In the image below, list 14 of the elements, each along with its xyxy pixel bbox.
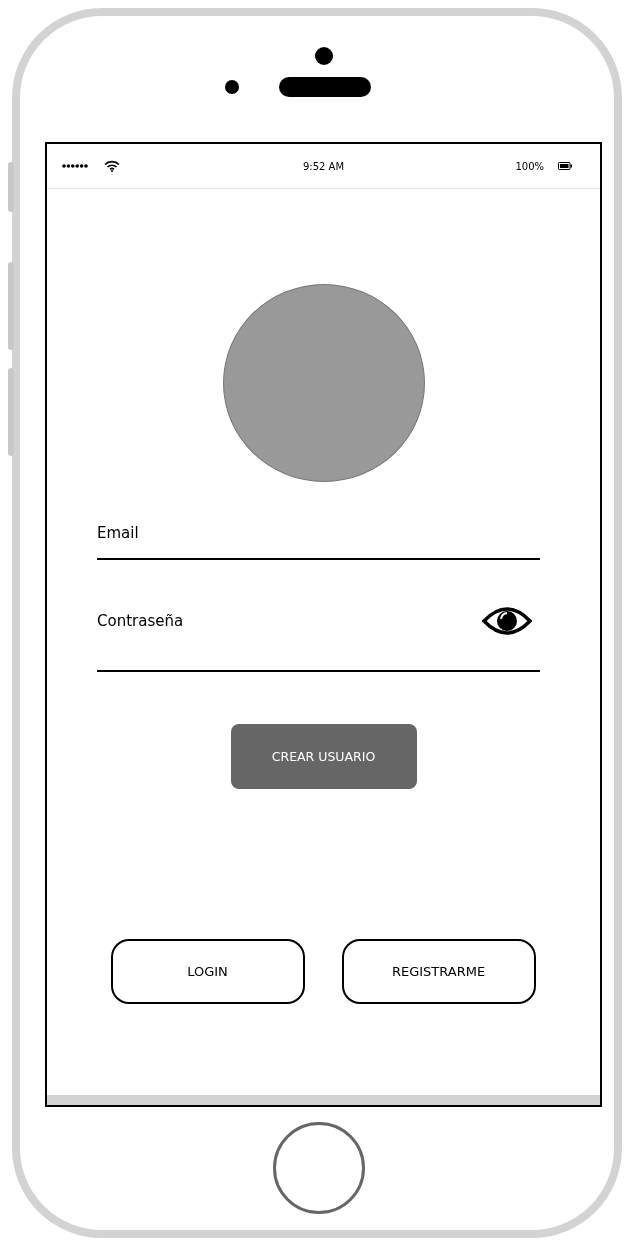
login-button[interactable]: LOGIN xyxy=(110,939,305,1004)
signal-icon xyxy=(62,164,88,168)
home-button[interactable] xyxy=(273,1122,365,1214)
status-time: 9:52 AM xyxy=(302,160,345,172)
camera-dot xyxy=(315,47,333,65)
register-button[interactable]: REGISTRARME xyxy=(341,939,536,1004)
battery-percent: 100% xyxy=(515,160,544,172)
create-user-button[interactable]: CREAR USUARIO xyxy=(230,724,417,789)
password-field[interactable]: Contraseña xyxy=(97,612,482,630)
sensor-dot xyxy=(225,80,239,94)
eye-icon[interactable] xyxy=(482,606,532,636)
wifi-icon xyxy=(104,160,120,172)
battery-icon xyxy=(558,162,572,170)
email-field[interactable]: Email xyxy=(97,523,540,542)
